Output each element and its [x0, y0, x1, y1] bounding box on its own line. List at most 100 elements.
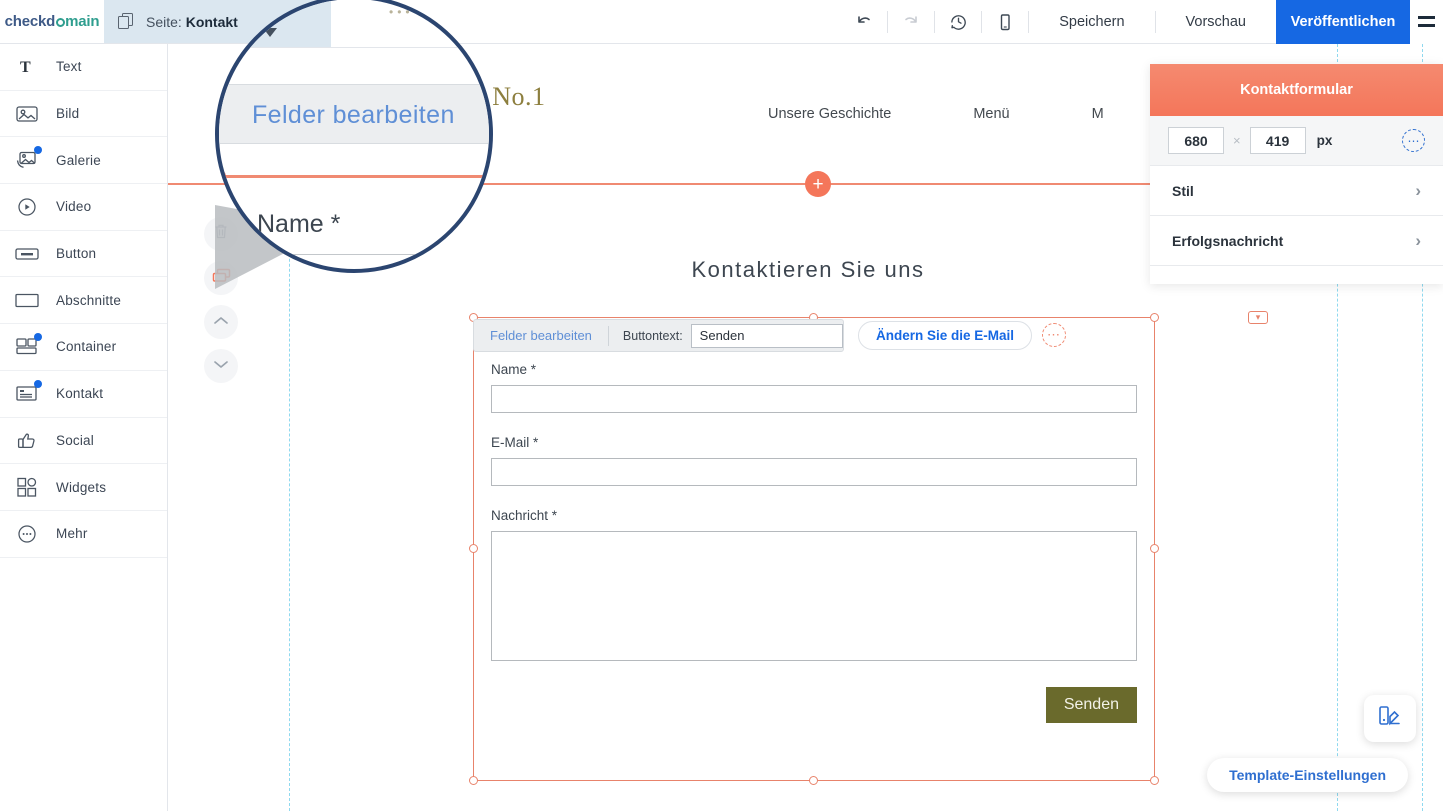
field-label-email: E-Mail *: [491, 435, 1137, 450]
undo-button[interactable]: [841, 0, 887, 44]
move-down-button[interactable]: [204, 349, 238, 383]
mobile-preview-button[interactable]: [982, 0, 1028, 44]
brand-o-icon: [56, 18, 65, 27]
text-icon: T: [14, 54, 40, 80]
chevron-right-icon: ›: [1415, 181, 1421, 201]
sidebar-label: Button: [56, 246, 96, 261]
unit-label: px: [1317, 133, 1333, 148]
panel-footer: [1150, 266, 1443, 284]
sidebar-item-bild[interactable]: Bild: [0, 91, 167, 138]
button-icon: [14, 241, 40, 267]
template-settings-button[interactable]: Template-Einstellungen: [1207, 758, 1408, 792]
sidebar-item-kontakt[interactable]: Kontakt: [0, 371, 167, 418]
sidebar-item-abschnitte[interactable]: Abschnitte: [0, 277, 167, 324]
panel-more-options-button[interactable]: ⋯: [1402, 129, 1425, 152]
publish-button[interactable]: Veröffentlichen: [1276, 0, 1410, 44]
video-play-icon: [14, 194, 40, 220]
magnified-selection-line: [215, 175, 493, 178]
resize-handle[interactable]: [809, 776, 818, 785]
toolbar-actions: Speichern Vorschau Veröffentlichen: [841, 0, 1443, 43]
nav-link-geschichte[interactable]: Unsere Geschichte: [768, 106, 891, 122]
form-edit-toolbar: Felder bearbeiten Buttontext:: [473, 319, 844, 352]
magnifier-lens: ••• nt Felder bearbeiten Name *: [215, 0, 493, 273]
sidebar-item-galerie[interactable]: Galerie: [0, 137, 167, 184]
panel-row-stil[interactable]: Stil ›: [1150, 166, 1443, 216]
top-toolbar: checkdmain Seite: Kontakt: [0, 0, 1443, 44]
resize-handle[interactable]: [1150, 544, 1159, 553]
resize-handle[interactable]: [1150, 776, 1159, 785]
container-icon: [14, 334, 40, 360]
panel-title: Kontaktformular: [1150, 64, 1443, 116]
magnified-field-label: Name *: [257, 210, 340, 239]
panel-row-erfolgsnachricht[interactable]: Erfolgsnachricht ›: [1150, 216, 1443, 266]
resize-handle[interactable]: [469, 544, 478, 553]
edit-fields-button[interactable]: Felder bearbeiten: [474, 328, 608, 343]
sidebar-item-container[interactable]: Container: [0, 324, 167, 371]
gallery-icon: [14, 147, 40, 173]
sidebar-label: Bild: [56, 106, 79, 121]
change-email-button[interactable]: Ändern Sie die E-Mail: [858, 321, 1032, 350]
collapse-top-handle[interactable]: ▾: [1248, 311, 1268, 324]
height-input[interactable]: [1250, 127, 1306, 154]
width-input[interactable]: [1168, 127, 1224, 154]
thumbs-up-icon: [14, 427, 40, 453]
sidebar-label: Galerie: [56, 153, 101, 168]
site-navigation: Unsere Geschichte Menü M: [768, 106, 1104, 122]
nav-link-menu[interactable]: Menü: [973, 106, 1009, 122]
sidebar-label: Text: [56, 59, 82, 74]
move-up-button[interactable]: [204, 305, 238, 339]
sections-icon: [14, 287, 40, 313]
panel-row-label: Erfolgsnachricht: [1172, 233, 1283, 249]
name-field[interactable]: [491, 385, 1137, 413]
sidebar-label: Abschnitte: [56, 293, 121, 308]
magnified-chevron-down-icon: [263, 28, 277, 37]
buttontext-label: Buttontext:: [609, 329, 691, 343]
element-sidebar: T Text Bild: [0, 44, 168, 811]
sidebar-label: Kontakt: [56, 386, 103, 401]
brand-text-1: checkd: [5, 13, 56, 30]
sidebar-item-text[interactable]: T Text: [0, 44, 167, 91]
redo-button[interactable]: [888, 0, 934, 44]
sidebar-label: Mehr: [56, 526, 88, 541]
element-properties-panel: Kontaktformular × px ⋯ Stil › Erfolgsnac…: [1150, 64, 1443, 284]
preview-button[interactable]: Vorschau: [1156, 0, 1276, 44]
nav-link-m[interactable]: M: [1092, 106, 1104, 122]
sidebar-item-mehr[interactable]: Mehr: [0, 511, 167, 558]
widgets-icon: [14, 474, 40, 500]
magnified-edit-fields-label: Felder bearbeiten: [252, 101, 455, 130]
sidebar-label: Container: [56, 339, 116, 354]
sidebar-item-social[interactable]: Social: [0, 418, 167, 465]
sidebar-label: Widgets: [56, 480, 106, 495]
hamburger-menu-icon[interactable]: [1410, 0, 1443, 44]
resize-handle[interactable]: [469, 776, 478, 785]
brand-text-2: main: [65, 13, 99, 30]
panel-size-row: × px ⋯: [1150, 116, 1443, 166]
submit-button[interactable]: Senden: [1046, 687, 1137, 723]
email-field[interactable]: [491, 458, 1137, 486]
save-button[interactable]: Speichern: [1029, 0, 1154, 44]
panel-row-label: Stil: [1172, 183, 1194, 199]
editor-root: checkdmain Seite: Kontakt: [0, 0, 1443, 811]
chevron-right-icon: ›: [1415, 231, 1421, 251]
form-more-options-button[interactable]: ⋯: [1042, 323, 1066, 347]
resize-handle[interactable]: [1150, 313, 1159, 322]
history-button[interactable]: [935, 0, 981, 44]
design-palette-button[interactable]: [1364, 695, 1416, 742]
sidebar-item-widgets[interactable]: Widgets: [0, 464, 167, 511]
brand-logo[interactable]: checkd main: [0, 0, 104, 43]
field-label-nachricht: Nachricht *: [491, 508, 1137, 523]
magnified-header-text: •••: [389, 5, 414, 19]
message-field[interactable]: [491, 531, 1137, 661]
sidebar-item-button[interactable]: Button: [0, 231, 167, 278]
sidebar-item-video[interactable]: Video: [0, 184, 167, 231]
add-section-button[interactable]: +: [805, 171, 831, 197]
sidebar-label: Social: [56, 433, 94, 448]
magnified-field-underline: [257, 254, 487, 255]
field-label-name: Name *: [491, 362, 1137, 377]
buttontext-input[interactable]: [691, 324, 843, 348]
svg-text:T: T: [20, 59, 31, 76]
magnified-divider: [219, 47, 493, 48]
new-badge: [34, 380, 42, 388]
color-palette-icon: [1377, 704, 1403, 733]
contact-icon: [14, 381, 40, 407]
